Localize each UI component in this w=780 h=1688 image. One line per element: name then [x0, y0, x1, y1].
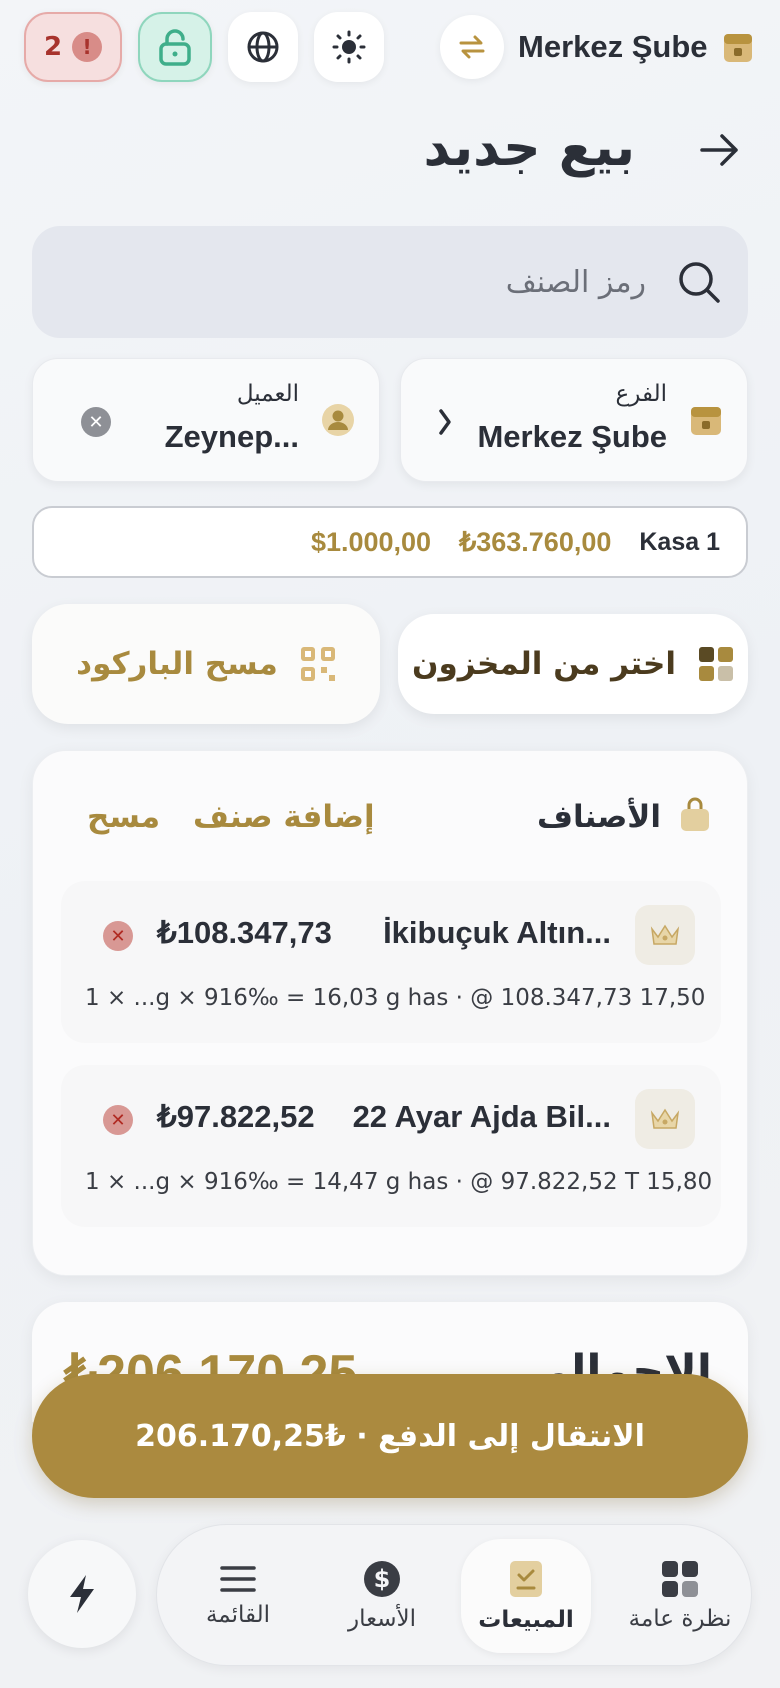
branch-switcher[interactable]: Merkez Şube: [440, 12, 756, 82]
cash-register-name: Kasa 1: [639, 527, 720, 556]
item-name: İkibuçuk Altın...: [383, 915, 611, 950]
nav-overview[interactable]: نظرة عامة: [615, 1539, 745, 1653]
customer-selector[interactable]: العميل Zeynep... ✕: [32, 358, 380, 482]
item-row[interactable]: İkibuçuk Altın... ₺108.347,73 ✕ 1 × ...g…: [61, 881, 721, 1043]
nav-menu[interactable]: القائمة: [173, 1539, 303, 1653]
branch-name: Merkez Şube: [518, 29, 708, 64]
language-button[interactable]: [228, 12, 298, 82]
alert-count: 2: [43, 32, 63, 62]
grid-icon: [699, 647, 733, 681]
search-icon: [679, 262, 720, 303]
bottom-nav: نظرة عامة المبيعات $ الأسعار القائمة: [156, 1524, 752, 1666]
theme-button[interactable]: [314, 12, 384, 82]
items-title: الأصناف: [537, 799, 661, 835]
nav-menu-label: القائمة: [205, 1602, 271, 1628]
search-bar[interactable]: [32, 226, 748, 338]
proceed-to-payment-button[interactable]: الانتقال إلى الدفع · ₺206.170,25: [32, 1374, 748, 1498]
cash-try-amount: ₺363.760,00: [459, 526, 612, 557]
crown-icon: [635, 905, 695, 965]
item-details: 1 × ...g × 916‰ = 14,47 g has · @ 97.822…: [85, 1169, 713, 1195]
select-from-stock-button[interactable]: اختر من المخزون: [398, 614, 748, 714]
user-icon: [322, 404, 354, 436]
item-price: ₺97.822,52: [157, 1099, 315, 1134]
clear-customer-button[interactable]: ✕: [81, 407, 111, 437]
proceed-to-payment-label: الانتقال إلى الدفع · ₺206.170,25: [135, 1418, 645, 1454]
nav-sales[interactable]: المبيعات: [461, 1539, 591, 1653]
swap-icon: [440, 15, 504, 79]
nav-overview-label: نظرة عامة: [628, 1606, 732, 1632]
search-input[interactable]: [86, 264, 646, 300]
customer-selector-value: Zeynep...: [164, 419, 299, 454]
bolt-icon: [70, 1575, 94, 1613]
sun-icon: [332, 30, 366, 64]
select-from-stock-label: اختر من المخزون: [412, 646, 676, 682]
item-row[interactable]: 22 Ayar Ajda Bil... ₺97.822,52 ✕ 1 × ...…: [61, 1065, 721, 1227]
receipt-icon: [510, 1561, 542, 1597]
store-icon: [691, 407, 721, 435]
branch-selector-value: Merkez Şube: [477, 419, 667, 454]
scan-barcode-button[interactable]: مسح الباركود: [32, 604, 380, 724]
store-icon: [723, 34, 752, 62]
crown-icon: [635, 1089, 695, 1149]
items-card: الأصناف إضافة صنف مسح İkibuçuk Altın... …: [32, 750, 748, 1276]
remove-item-button[interactable]: ✕: [103, 1105, 133, 1135]
alert-icon: !: [72, 32, 103, 62]
unlock-icon: [159, 29, 191, 66]
nav-sales-label: المبيعات: [478, 1607, 574, 1633]
item-name: 22 Ayar Ajda Bil...: [352, 1099, 611, 1134]
remove-item-button[interactable]: ✕: [103, 921, 133, 951]
item-details: 1 × ...g × 916‰ = 16,03 g has · @ 108.34…: [85, 985, 706, 1011]
globe-icon: [247, 31, 279, 63]
nav-prices-label: الأسعار: [348, 1606, 416, 1632]
qr-code-icon: [300, 647, 335, 681]
dollar-icon: $: [364, 1561, 400, 1597]
scan-barcode-label: مسح الباركود: [76, 646, 278, 682]
branch-selector-label: الفرع: [615, 381, 667, 407]
svg-text:$: $: [374, 1565, 391, 1593]
customer-selector-label: العميل: [236, 381, 299, 407]
grid-icon: [662, 1561, 698, 1597]
branch-selector[interactable]: الفرع Merkez Şube: [400, 358, 748, 482]
menu-icon: [220, 1566, 256, 1592]
chevron-left-icon: [439, 409, 451, 435]
add-item-button[interactable]: إضافة صنف: [193, 799, 375, 835]
page-title: بيع جديد: [423, 118, 635, 178]
back-arrow-icon[interactable]: [694, 125, 744, 175]
shopping-bag-icon: [681, 797, 709, 831]
alerts-button[interactable]: 2 !: [24, 12, 122, 82]
lock-button[interactable]: [138, 12, 212, 82]
clear-items-button[interactable]: مسح: [87, 799, 160, 835]
quick-action-button[interactable]: [28, 1540, 136, 1648]
item-price: ₺108.347,73: [157, 915, 332, 950]
cash-usd-amount: $1.000,00: [310, 526, 432, 557]
nav-prices[interactable]: $ الأسعار: [317, 1539, 447, 1653]
cash-register-bar: $1.000,00 ₺363.760,00 Kasa 1: [32, 506, 748, 578]
